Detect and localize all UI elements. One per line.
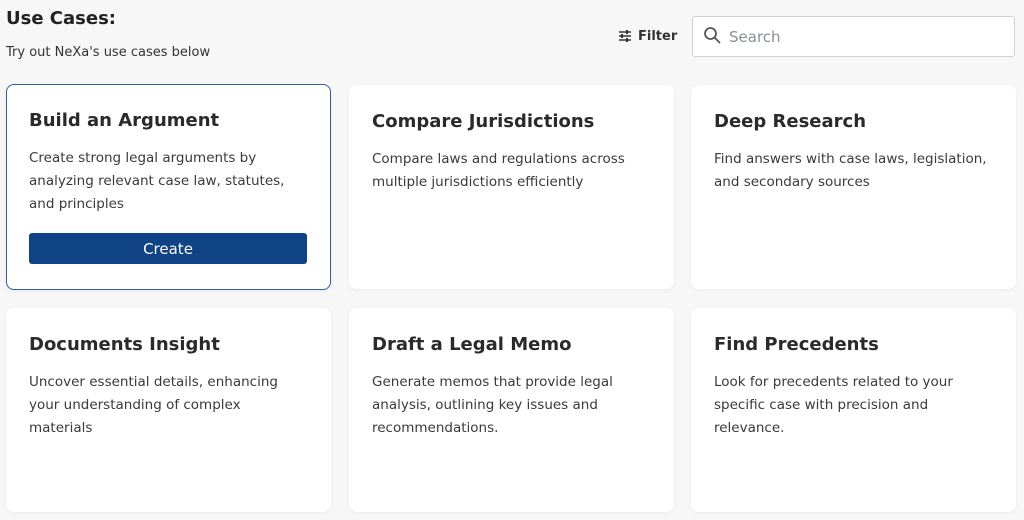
use-case-card-compare-jurisdictions[interactable]: Compare Jurisdictions Compare laws and r…	[349, 85, 674, 289]
card-title: Deep Research	[714, 111, 867, 132]
page-title: Use Cases:	[6, 8, 116, 29]
card-description: Compare laws and regulations across mult…	[372, 151, 625, 190]
card-description: Find answers with case laws, legislation…	[714, 151, 987, 190]
use-case-card-build-argument[interactable]: Build an Argument Create strong legal ar…	[6, 84, 331, 290]
card-title: Find Precedents	[714, 334, 879, 355]
use-case-card-draft-legal-memo[interactable]: Draft a Legal Memo Generate memos that p…	[349, 308, 674, 512]
card-description: Generate memos that provide legal analys…	[372, 374, 613, 436]
create-button[interactable]: Create	[29, 233, 307, 264]
card-title: Compare Jurisdictions	[372, 111, 595, 132]
card-description: Create strong legal arguments by analyzi…	[29, 150, 285, 212]
search-box[interactable]	[692, 16, 1015, 57]
search-input[interactable]	[729, 27, 999, 46]
sliders-icon	[618, 30, 632, 42]
card-description: Uncover essential details, enhancing you…	[29, 374, 278, 436]
card-title: Documents Insight	[29, 334, 220, 355]
use-case-card-find-precedents[interactable]: Find Precedents Look for precedents rela…	[691, 308, 1016, 512]
card-title: Build an Argument	[29, 110, 220, 131]
card-title: Draft a Legal Memo	[372, 334, 572, 355]
search-icon	[703, 26, 721, 48]
filter-button[interactable]: Filter	[618, 26, 677, 46]
use-case-card-documents-insight[interactable]: Documents Insight Uncover essential deta…	[6, 308, 331, 512]
card-description: Look for precedents related to your spec…	[714, 374, 953, 436]
filter-label: Filter	[638, 28, 678, 44]
page-subtitle: Try out NeXa's use cases below	[6, 45, 211, 60]
use-case-card-deep-research[interactable]: Deep Research Find answers with case law…	[691, 85, 1016, 289]
